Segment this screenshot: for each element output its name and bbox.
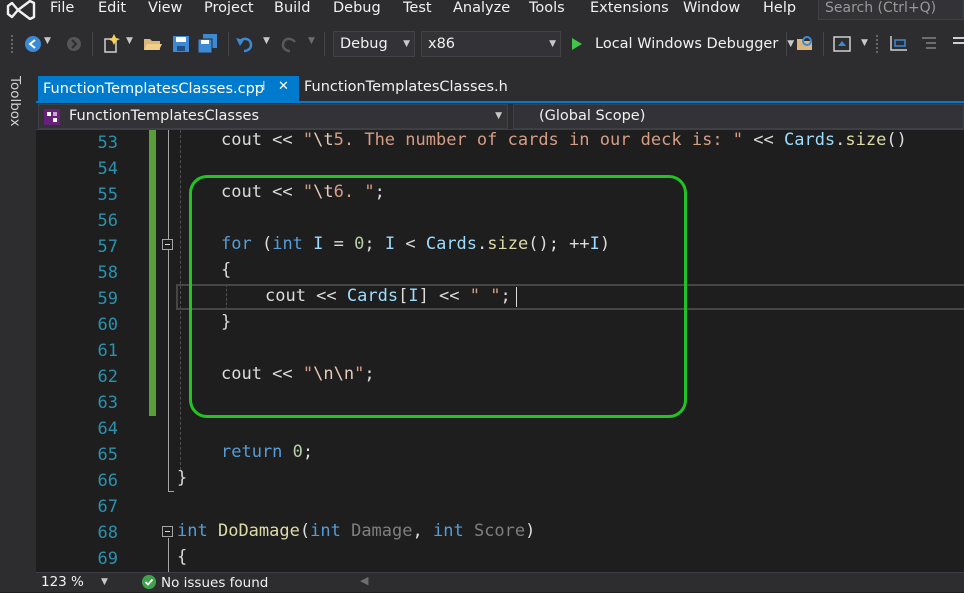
toolbar-grip[interactable] — [10, 34, 14, 54]
indent-icon[interactable] — [918, 35, 938, 53]
line-number: 55 — [97, 185, 118, 205]
project-icon — [44, 109, 60, 125]
member-scope-dropdown[interactable]: (Global Scope) — [513, 104, 964, 129]
line-number: 53 — [97, 133, 118, 153]
chevron-down-icon: ▼ — [101, 577, 108, 587]
browse-icon[interactable] — [795, 34, 815, 54]
line-number: 60 — [97, 315, 118, 335]
issues-status[interactable]: No issues found — [161, 573, 268, 593]
menu-file[interactable]: File — [50, 0, 74, 20]
line-number: 65 — [97, 445, 118, 465]
code-line-68: int DoDamage(int Damage, int Score) — [177, 521, 536, 541]
menu-test[interactable]: Test — [403, 0, 432, 20]
toolbar-separator — [92, 32, 93, 56]
highlight-annotation-box — [189, 175, 687, 418]
code-editor[interactable]: 53 54 55 56 57 58 59 60 61 62 63 64 65 6… — [36, 130, 964, 572]
member-scope-value: (Global Scope) — [539, 108, 646, 124]
step-icon[interactable] — [889, 35, 909, 53]
scroll-left-icon[interactable]: ◀ — [360, 574, 368, 587]
line-number: 58 — [97, 263, 118, 283]
code-line-53: cout << "\t5. The number of cards in our… — [221, 130, 907, 150]
new-dropdown-icon[interactable]: ▼ — [126, 36, 133, 46]
menu-tools[interactable]: Tools — [529, 0, 565, 20]
chevron-down-icon: ▼ — [549, 39, 556, 49]
code-line-69: { — [177, 547, 188, 567]
standard-toolbar: ▼ ▼ ▼ ▼ Debug ▼ x86 ▼ Local Windows Debu… — [0, 22, 964, 66]
toolbox-tab[interactable]: Toolbox — [7, 76, 23, 127]
play-icon — [572, 38, 582, 50]
search-input[interactable]: Search (Ctrl+Q) — [818, 0, 964, 20]
back-dropdown-icon[interactable]: ▼ — [44, 36, 51, 46]
tab-label: FunctionTemplatesClasses.cpp — [43, 80, 265, 97]
undo-icon[interactable] — [235, 34, 255, 54]
line-number: 56 — [97, 211, 118, 231]
line-number: 63 — [97, 393, 118, 413]
platform-dropdown[interactable]: x86 ▼ — [421, 31, 561, 57]
menu-project[interactable]: Project — [204, 0, 254, 20]
menu-analyze[interactable]: Analyze — [453, 0, 510, 20]
chevron-down-icon: ▼ — [495, 111, 502, 121]
zoom-level-dropdown[interactable]: 123 % ▼ — [38, 573, 112, 592]
toolbar-separator — [823, 32, 824, 56]
redo-dropdown-icon[interactable]: ▼ — [308, 36, 315, 46]
toolbar-separator — [228, 32, 229, 56]
redo-icon[interactable] — [279, 34, 299, 54]
check-circle-icon — [142, 575, 156, 589]
outdent-icon[interactable] — [949, 35, 964, 53]
line-number: 66 — [97, 471, 118, 491]
project-scope-dropdown[interactable]: FunctionTemplatesClasses ▼ — [38, 104, 508, 129]
menu-extensions[interactable]: Extensions — [590, 0, 669, 20]
line-number: 62 — [97, 367, 118, 387]
line-number: 68 — [97, 523, 118, 543]
menu-edit[interactable]: Edit — [98, 0, 126, 20]
new-project-icon[interactable] — [101, 33, 123, 55]
toolbox-strip — [0, 66, 36, 592]
line-number: 54 — [97, 159, 118, 179]
line-number: 64 — [97, 419, 118, 439]
line-number: 61 — [97, 341, 118, 361]
close-tab-icon[interactable]: ✕ — [278, 79, 289, 94]
menu-view[interactable]: View — [148, 0, 182, 20]
chevron-down-icon: ▼ — [787, 39, 795, 49]
zoom-value: 123 % — [41, 574, 84, 590]
save-icon[interactable] — [172, 35, 190, 53]
toolbar-separator — [324, 32, 325, 56]
tab-function-templates-h[interactable]: FunctionTemplatesClasses.h — [304, 76, 508, 101]
open-file-icon[interactable] — [143, 34, 163, 54]
line-number: 57 — [97, 237, 118, 257]
start-debugging-button[interactable]: Local Windows Debugger ▼ — [568, 31, 794, 57]
configuration-value: Debug — [340, 36, 388, 52]
line-number: 69 — [97, 549, 118, 569]
overflow-dropdown-icon[interactable]: ▼ — [861, 38, 868, 48]
configuration-dropdown[interactable]: Debug ▼ — [333, 31, 415, 57]
forward-navigate-icon[interactable] — [66, 36, 82, 52]
chevron-down-icon: ▼ — [403, 39, 410, 49]
line-number: 59 — [97, 289, 118, 309]
undo-dropdown-icon[interactable]: ▼ — [263, 36, 270, 46]
menu-build[interactable]: Build — [274, 0, 310, 20]
save-all-icon[interactable] — [197, 33, 219, 55]
pin-tab-icon[interactable]: ⊣ — [254, 79, 265, 94]
run-label: Local Windows Debugger — [595, 36, 779, 52]
menu-help[interactable]: Help — [763, 0, 796, 20]
tab-function-templates-cpp[interactable]: FunctionTemplatesClasses.cpp ⊣ ✕ — [38, 76, 299, 101]
menu-debug[interactable]: Debug — [333, 0, 381, 20]
line-number: 67 — [97, 497, 118, 517]
platform-value: x86 — [428, 36, 456, 52]
toolbar-separator — [786, 32, 787, 56]
project-scope-value: FunctionTemplatesClasses — [69, 108, 260, 124]
back-navigate-icon[interactable] — [24, 35, 42, 53]
menu-window[interactable]: Window — [683, 0, 740, 20]
code-line-66: } — [177, 468, 188, 488]
toolbar-grip[interactable] — [875, 34, 879, 54]
menu-bar: File Edit View Project Build Debug Test … — [0, 0, 964, 22]
code-line-65: return 0; — [221, 442, 314, 462]
visual-studio-logo-icon — [6, 0, 36, 20]
home-screen-icon[interactable] — [833, 35, 851, 53]
